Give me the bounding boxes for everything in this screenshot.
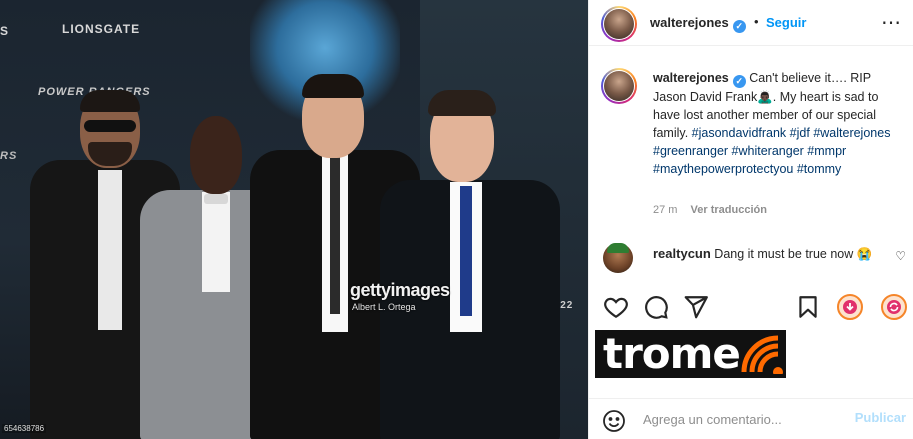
trome-signal-icon (741, 335, 783, 374)
getty-credit: Albert L. Ortega (352, 302, 416, 312)
comment-composer: Publicar (589, 398, 913, 439)
banner-text: RS (0, 150, 18, 162)
follow-button[interactable]: Seguir (766, 15, 806, 30)
person-4 (370, 90, 570, 439)
caption-username[interactable]: walterejones (653, 71, 729, 85)
getty-watermark: gettyimages Albert L. Ortega (344, 276, 474, 318)
getty-logo: gettyimages (350, 280, 450, 300)
comment-body: Dang it must be true now (714, 247, 854, 261)
caption-meta: 27 m Ver traducción (653, 204, 767, 216)
more-horizontal-icon[interactable]: ⋯ (881, 10, 902, 35)
bookmark-icon[interactable] (795, 294, 821, 320)
post-sidebar: walterejones ✓ • Seguir ⋯ walterejones ✓ C… (588, 0, 913, 439)
heart-icon[interactable] (603, 294, 629, 320)
hashtag-link[interactable]: #greenranger (653, 144, 728, 158)
hashtag-link[interactable]: #maythepowerprotectyou (653, 162, 793, 176)
photo-id: 654638786 (2, 424, 47, 433)
commenter-username[interactable]: realtycun (653, 246, 711, 261)
hashtag-link[interactable]: #jasondavidfrank (692, 126, 787, 140)
trome-logo-text: trome (603, 329, 741, 378)
verified-badge-icon: ✓ (732, 75, 746, 88)
separator-dot: • (754, 14, 759, 29)
share-icon[interactable] (683, 294, 709, 320)
verified-badge-icon: ✓ (732, 20, 746, 33)
hashtag-link[interactable]: #whiteranger (732, 144, 804, 158)
comment-like-icon[interactable]: ♡ (895, 249, 906, 263)
comment-emoji: 😭 (856, 247, 873, 261)
publish-button[interactable]: Publicar (855, 410, 906, 425)
hashtag-link[interactable]: #walterejones (813, 126, 890, 140)
hashtag-link[interactable]: #mmpr (807, 144, 846, 158)
caption-emoji: 🙇🏿‍♂️ (757, 90, 773, 104)
commenter-avatar[interactable] (603, 243, 633, 273)
trome-logo: trome (595, 330, 786, 378)
banner-text: S (0, 24, 10, 38)
caption-avatar[interactable] (604, 71, 634, 101)
post-time[interactable]: 27 m (653, 204, 677, 216)
comment-input[interactable] (643, 408, 843, 430)
hashtag-link[interactable]: #tommy (797, 162, 841, 176)
header-username[interactable]: walterejones ✓ (650, 15, 746, 33)
comment-item: realtycun Dang it must be true now 😭 ♡ (589, 240, 913, 280)
hashtag-link[interactable]: #jdf (790, 126, 810, 140)
translate-button[interactable]: Ver traducción (691, 204, 767, 216)
comment-icon[interactable] (643, 294, 669, 320)
emoji-icon[interactable] (602, 409, 626, 433)
repost-extension-icon[interactable] (881, 294, 907, 320)
banner-lionsgate: LIONSGATE (62, 22, 141, 36)
post-photo[interactable]: S LIONSGATE POWER RANGERS RS CH 22 getty… (0, 0, 588, 439)
comment-text: realtycun Dang it must be true now 😭 (653, 245, 883, 263)
post-header: walterejones ✓ • Seguir ⋯ (589, 0, 913, 46)
download-extension-icon[interactable] (837, 294, 863, 320)
avatar[interactable] (604, 9, 634, 39)
caption-text: walterejones ✓ Can't believe it…. RIP Jas… (653, 69, 903, 178)
action-bar (589, 290, 913, 324)
